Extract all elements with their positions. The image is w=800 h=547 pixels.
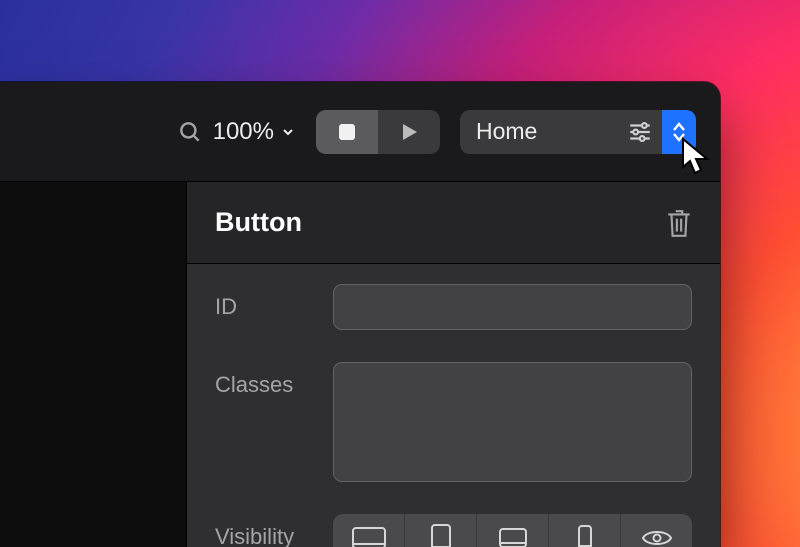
zoom-dropdown[interactable]: 100% (213, 118, 296, 146)
app-window: 100% Home (0, 82, 720, 547)
search-icon[interactable] (177, 119, 203, 145)
visibility-label: Visibility (215, 514, 315, 547)
visibility-tablet-landscape[interactable] (404, 514, 476, 547)
device-tablet-landscape-icon (430, 523, 452, 547)
inspector-panel: Button ID Classes Visibility (186, 182, 720, 547)
visibility-phone[interactable] (548, 514, 620, 547)
play-button[interactable] (378, 110, 440, 154)
eye-icon (641, 528, 673, 547)
device-desktop-icon (351, 526, 387, 547)
visibility-desktop[interactable] (333, 514, 404, 547)
zoom-group: 100% (177, 118, 296, 146)
classes-input[interactable] (333, 362, 692, 482)
stop-button[interactable] (316, 110, 378, 154)
trash-icon[interactable] (666, 208, 692, 238)
panel-title: Button (215, 207, 302, 238)
page-dropdown[interactable]: Home (460, 110, 696, 154)
chevron-down-icon (280, 124, 296, 140)
device-phone-icon (577, 524, 593, 547)
id-label: ID (215, 284, 315, 320)
zoom-value: 100% (213, 118, 274, 146)
stop-icon (337, 122, 357, 142)
visibility-visible[interactable] (620, 514, 692, 547)
device-tablet-portrait-icon (498, 527, 528, 547)
updown-icon[interactable] (662, 110, 696, 154)
visibility-row: Visibility (215, 514, 692, 547)
id-input[interactable] (333, 284, 692, 330)
sidebar (0, 182, 186, 547)
toolbar: 100% Home (0, 82, 720, 182)
panel-header: Button (187, 182, 720, 264)
classes-row: Classes (215, 362, 692, 482)
run-controls (316, 110, 440, 154)
classes-label: Classes (215, 362, 315, 398)
sliders-icon[interactable] (618, 110, 662, 154)
play-icon (399, 122, 419, 142)
page-dropdown-label: Home (460, 118, 618, 145)
id-row: ID (215, 284, 692, 330)
visibility-segmented (333, 514, 692, 547)
panel-body: ID Classes Visibility (187, 264, 720, 547)
visibility-tablet-portrait[interactable] (476, 514, 548, 547)
